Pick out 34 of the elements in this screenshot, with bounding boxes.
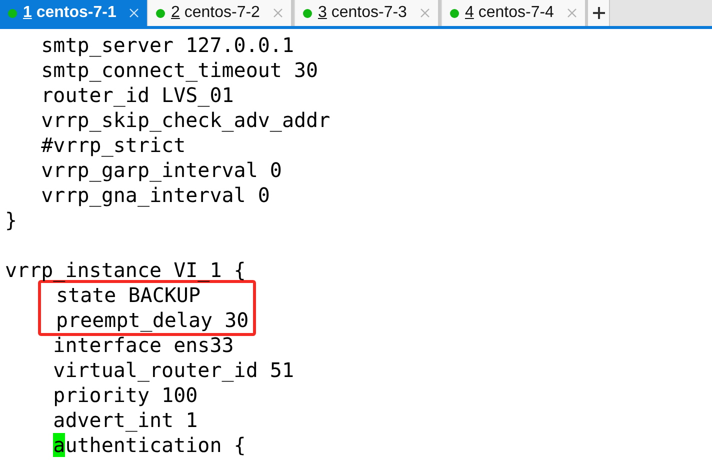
plus-icon (592, 7, 604, 19)
code-line: } (5, 208, 18, 232)
code-line: advert_int 1 (53, 408, 198, 432)
code-line: router_id LVS_01 (41, 83, 234, 107)
code-line: vrrp_skip_check_adv_addr (41, 108, 330, 132)
code-line: #vrrp_strict (41, 133, 186, 157)
text-cursor: a (53, 433, 66, 457)
tab-label: 3 centos-7-3 (318, 4, 408, 22)
code-line: state BACKUP (56, 283, 200, 307)
terminal-tab[interactable]: 4 centos-7-4 (441, 0, 588, 26)
new-tab-button[interactable] (588, 0, 610, 26)
terminal-tab[interactable]: 2 centos-7-2 (147, 0, 294, 26)
code-line: virtual_router_id 51 (53, 358, 294, 382)
code-line: vrrp_instance VI_1 { (5, 258, 246, 282)
close-icon[interactable] (273, 8, 283, 18)
close-icon[interactable] (567, 8, 577, 18)
code-line: smtp_server 127.0.0.1 (41, 33, 294, 57)
code-line: vrrp_gna_interval 0 (41, 183, 270, 207)
terminal-tab[interactable]: 3 centos-7-3 (294, 0, 441, 26)
status-dot-icon (303, 8, 312, 18)
tab-label: 1 centos-7-1 (23, 4, 118, 22)
code-line: vrrp_garp_interval 0 (41, 158, 282, 182)
status-dot-icon (156, 8, 165, 18)
code-line: preempt_delay 30 (56, 308, 249, 332)
tab-label: 4 centos-7-4 (465, 4, 555, 22)
code-line: priority 100 (53, 383, 198, 407)
code-line: smtp_connect_timeout 30 (41, 58, 318, 82)
tab-label: 2 centos-7-2 (171, 4, 261, 22)
code-line: authentication { (53, 433, 246, 457)
close-icon[interactable] (420, 8, 430, 18)
terminal-tab[interactable]: 1 centos-7-1 (0, 0, 147, 26)
status-dot-icon (8, 8, 17, 18)
code-line: interface ens33 (53, 333, 234, 357)
status-dot-icon (450, 8, 459, 18)
